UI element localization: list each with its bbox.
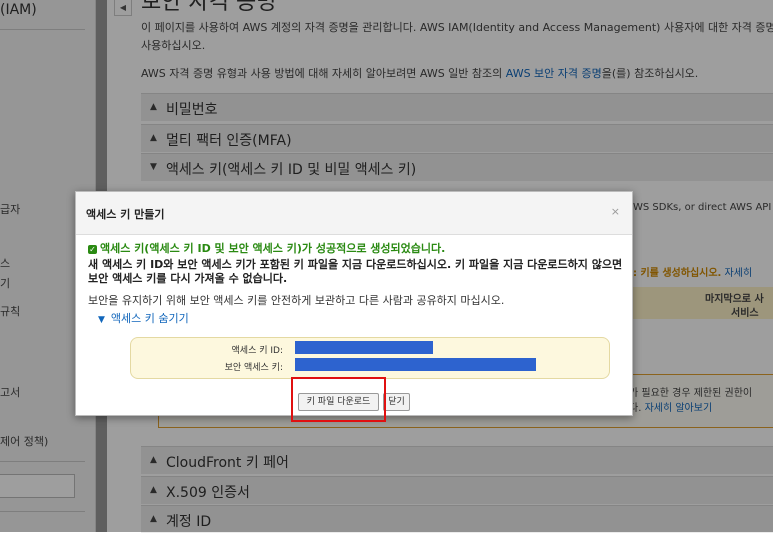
security-note-text: 보안을 유지하기 위해 보안 액세스 키를 안전하게 보관하고 다른 사람과 공… — [88, 294, 505, 307]
secret-key-label: 보안 액세스 키: — [224, 363, 283, 373]
access-key-id-label: 액세스 키 ID: — [231, 346, 283, 356]
collapse-arrow-icon: ▼ — [98, 315, 105, 325]
download-warning-text: 새 액세스 키 ID와 보안 액세스 키가 포함된 키 파일을 지금 다운로드하… — [88, 258, 623, 285]
close-button[interactable]: 닫기 — [383, 393, 410, 411]
access-key-id-value-redacted — [295, 341, 433, 354]
hide-link-label: 액세스 키 숨기기 — [110, 312, 189, 325]
close-icon[interactable]: × — [611, 205, 620, 218]
dialog-title: 액세스 키 만들기 — [86, 208, 165, 221]
checkmark-icon: ✓ — [88, 244, 97, 254]
highlight-annotation — [291, 377, 386, 422]
access-key-box: 액세스 키 ID: 보안 액세스 키: — [130, 337, 610, 379]
success-message: ✓ 액세스 키(액세스 키 ID 및 보안 액세스 키)가 성공적으로 생성되었습… — [88, 240, 445, 256]
hide-access-key-link[interactable]: ▼ 액세스 키 숨기기 — [98, 310, 189, 326]
secret-key-value-redacted — [295, 358, 536, 371]
dialog-header: 액세스 키 만들기 × — [76, 192, 632, 235]
success-text: 액세스 키(액세스 키 ID 및 보안 액세스 키)가 성공적으로 생성되었습니… — [100, 242, 446, 255]
